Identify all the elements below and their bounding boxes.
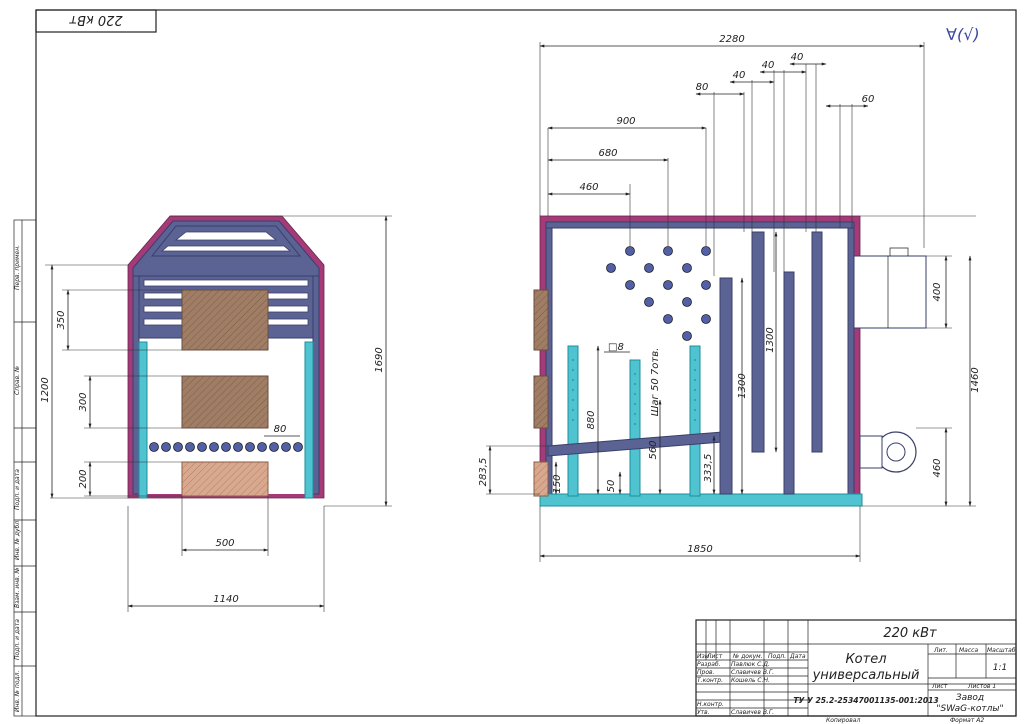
tb-org-line1: Завод (956, 693, 984, 703)
base-plate (539, 493, 863, 507)
dim-side-60: 60 (862, 94, 875, 105)
upper-door (181, 289, 269, 351)
dim-side-1850: 1850 (687, 544, 712, 555)
dim-front-300: 300 (78, 392, 89, 411)
side-label-7: Инв. № подл. (14, 671, 21, 712)
tb-role-2: Пров. (697, 669, 715, 676)
tb-role-5: Утв. (697, 709, 710, 716)
dim-side-1300a: 1300 (737, 373, 748, 398)
tb-code: ТУ У 25.2-25347001135-001:2013 (793, 696, 938, 705)
tb-hdr-2: Лист (706, 653, 723, 660)
front-leg-left (138, 341, 148, 499)
side-label-4: Инв. № дубл. (14, 519, 21, 560)
dim-side-8: □8 (608, 342, 624, 353)
dim-side-2280: 2280 (719, 34, 744, 45)
roughness-symbol: ∀(√) (946, 25, 980, 44)
tb-name-5: Славичев В.Г. (731, 709, 774, 716)
dim-side-680: 680 (598, 148, 617, 159)
tb-name-line1: Котел (845, 652, 886, 667)
middle-door (181, 375, 269, 429)
tb-name-line2: универсальный (812, 668, 920, 683)
tb-role-4: Н.контр. (697, 701, 724, 708)
drawing-sheet: 220 кВт Перв. примен. Справ. № Подп. и д… (13, 9, 1017, 724)
tb-mass: Масса (959, 647, 978, 654)
tb-hdr-5: Дата (789, 653, 806, 660)
tb-lit: Лит. (933, 647, 948, 654)
dim-front-500: 500 (215, 538, 234, 549)
side-door-upper (533, 289, 549, 351)
dim-side-1460: 1460 (970, 367, 981, 392)
side-label-6: Подп. и дата (14, 619, 21, 660)
dim-side-460r: 460 (932, 458, 943, 477)
side-door-middle (533, 375, 549, 429)
tb-copied: Копировал (826, 717, 860, 724)
tb-scale: 1:1 (993, 663, 1007, 673)
dim-front-350: 350 (56, 310, 67, 329)
tb-scale-header: Масштаб (987, 647, 1016, 654)
dim-side-460: 460 (579, 182, 598, 193)
note-step: Шаг 50 7отв. (650, 348, 661, 417)
tb-role-1: Разраб. (697, 661, 721, 668)
dim-side-900: 900 (616, 116, 635, 127)
tb-name-2: Славичев В.Г. (731, 669, 774, 676)
side-label-3: Подп. и дата (14, 469, 21, 510)
front-view: 1140 1690 1200 350 300 200 500 80 (40, 215, 392, 612)
dim-front-1690: 1690 (374, 347, 385, 372)
tb-sheets: Листов 1 (967, 683, 996, 690)
front-leg-right (304, 341, 314, 499)
side-door-ash (533, 461, 549, 497)
dim-side-560: 560 (648, 440, 659, 459)
tb-org-line2: "SWaG-котлы" (936, 704, 1003, 714)
side-label-2: Справ. № (14, 366, 21, 395)
side-label-1: Перв. примен. (14, 245, 21, 290)
title-block: Изм Лист № докум. Подп. Дата Разраб. Пав… (695, 619, 1017, 724)
dim-front-200: 200 (78, 469, 89, 488)
side-view: 2280 900 680 460 80 40 40 40 60 400 1460… (478, 34, 981, 562)
tb-name-1: Павлюк С.Д. (731, 661, 770, 668)
dim-side-150: 150 (552, 474, 563, 493)
dim-side-880: 880 (586, 410, 597, 429)
dim-side-80: 80 (696, 82, 709, 93)
chimney (853, 255, 927, 329)
dim-side-40b: 40 (762, 60, 775, 71)
tb-format: Формат А2 (950, 717, 984, 724)
tb-hdr-4: Подп. (768, 653, 786, 660)
tb-name-3: Кошель С.Н. (731, 677, 770, 684)
tb-role-3: Т.контр. (697, 677, 723, 684)
dim-side-40a: 40 (733, 70, 746, 81)
dim-side-40c: 40 (791, 52, 804, 63)
dim-side-333: 333,5 (703, 454, 714, 483)
ash-door (181, 461, 269, 497)
tb-sheet: Лист (931, 683, 948, 690)
tb-power: 220 кВт (883, 626, 937, 641)
dim-side-1300b: 1300 (765, 327, 776, 352)
dim-front-80: 80 (274, 424, 287, 435)
side-label-5: Взам. инв. № (14, 567, 21, 608)
dim-side-283: 283,5 (478, 458, 489, 487)
dim-front-1140: 1140 (213, 594, 238, 605)
dim-side-400: 400 (932, 282, 943, 301)
tb-hdr-3: № докум. (732, 653, 763, 660)
dim-side-50: 50 (606, 480, 617, 493)
top-stamp-text: 220 кВт (69, 12, 123, 27)
dim-front-1200: 1200 (40, 377, 51, 402)
